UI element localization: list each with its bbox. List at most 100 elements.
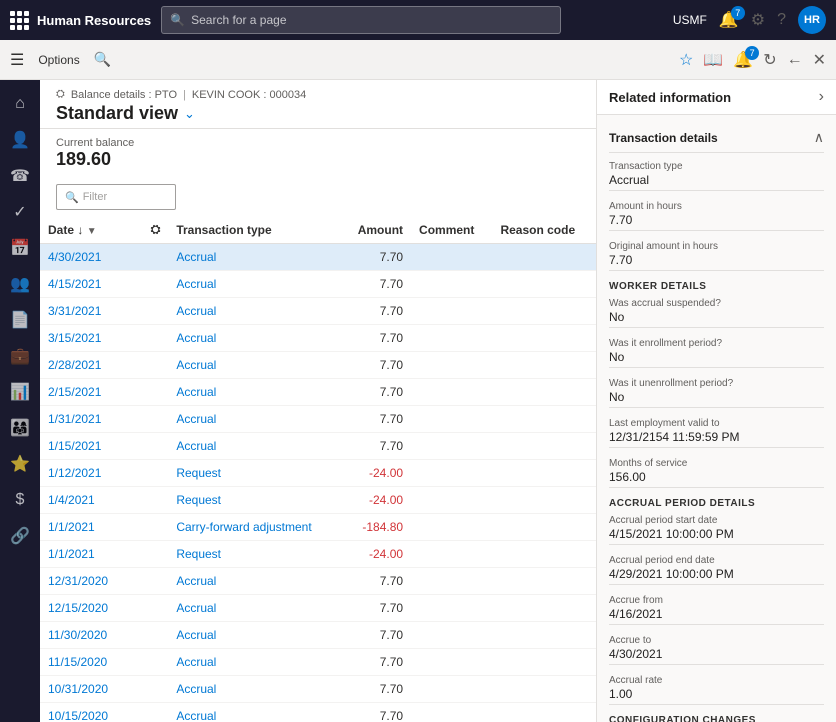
cell-date[interactable]: 4/15/2021 xyxy=(40,271,143,298)
cell-type[interactable]: Accrual xyxy=(168,703,341,722)
back-icon[interactable]: ← xyxy=(787,51,803,69)
nav-search-icon[interactable]: 🔍 xyxy=(94,51,111,68)
col-date[interactable]: Date ↓ ▼ xyxy=(40,216,143,244)
sidebar-item-home[interactable]: ⌂ xyxy=(4,88,36,120)
cell-date[interactable]: 2/28/2021 xyxy=(40,352,143,379)
filter-search-icon: 🔍 xyxy=(65,191,79,204)
cell-type[interactable]: Accrual xyxy=(168,649,341,676)
close-icon[interactable]: ✕ xyxy=(813,50,826,70)
table-row[interactable]: 12/31/2020 Accrual 7.70 xyxy=(40,568,596,595)
cell-type[interactable]: Accrual xyxy=(168,379,341,406)
table-row[interactable]: 4/15/2021 Accrual 7.70 xyxy=(40,271,596,298)
cell-date[interactable]: 3/31/2021 xyxy=(40,298,143,325)
cell-amount: -184.80 xyxy=(341,514,411,541)
sidebar-item-check[interactable]: ✓ xyxy=(4,196,36,228)
col-type[interactable]: Transaction type xyxy=(168,216,341,244)
table-row[interactable]: 1/31/2021 Accrual 7.70 xyxy=(40,406,596,433)
book-icon[interactable]: 📖 xyxy=(703,50,723,70)
balance-value: 189.60 xyxy=(56,149,580,170)
user-avatar[interactable]: HR xyxy=(798,6,826,34)
cell-date[interactable]: 1/15/2021 xyxy=(40,433,143,460)
col-amount[interactable]: Amount xyxy=(341,216,411,244)
table-row[interactable]: 3/31/2021 Accrual 7.70 xyxy=(40,298,596,325)
cell-amount: -24.00 xyxy=(341,541,411,568)
cell-type[interactable]: Accrual xyxy=(168,298,341,325)
favorites-icon[interactable]: ☆ xyxy=(679,50,693,70)
notification-nav-icon[interactable]: 🔔 7 xyxy=(733,50,753,70)
cell-type[interactable]: Accrual xyxy=(168,244,341,271)
sidebar-item-star[interactable]: ⭐ xyxy=(4,448,36,480)
cell-date[interactable]: 10/31/2020 xyxy=(40,676,143,703)
refresh-icon[interactable]: ↻ xyxy=(763,50,776,70)
cell-date[interactable]: 11/15/2020 xyxy=(40,649,143,676)
table-row[interactable]: 1/12/2021 Request -24.00 xyxy=(40,460,596,487)
table-row[interactable]: 1/1/2021 Carry-forward adjustment -184.8… xyxy=(40,514,596,541)
col-comment[interactable]: Comment xyxy=(411,216,492,244)
cell-comment xyxy=(411,325,492,352)
sidebar-item-calendar[interactable]: 📅 xyxy=(4,232,36,264)
cell-type[interactable]: Request xyxy=(168,541,341,568)
sidebar-item-briefcase[interactable]: 💼 xyxy=(4,340,36,372)
cell-date[interactable]: 11/30/2020 xyxy=(40,622,143,649)
table-row[interactable]: 11/30/2020 Accrual 7.70 xyxy=(40,622,596,649)
cell-date[interactable]: 10/15/2020 xyxy=(40,703,143,722)
filter-input[interactable]: 🔍 Filter xyxy=(56,184,176,210)
table-row[interactable]: 2/15/2021 Accrual 7.70 xyxy=(40,379,596,406)
cell-type[interactable]: Accrual xyxy=(168,622,341,649)
cell-type[interactable]: Accrual xyxy=(168,676,341,703)
cell-type[interactable]: Accrual xyxy=(168,325,341,352)
cell-type[interactable]: Request xyxy=(168,460,341,487)
cell-date[interactable]: 1/12/2021 xyxy=(40,460,143,487)
settings-icon[interactable]: ⚙ xyxy=(751,10,765,30)
help-icon[interactable]: ? xyxy=(777,11,786,29)
view-dropdown[interactable]: ⌄ xyxy=(184,106,195,122)
table-row[interactable]: 10/15/2020 Accrual 7.70 xyxy=(40,703,596,722)
cell-type[interactable]: Accrual xyxy=(168,433,341,460)
cell-type[interactable]: Accrual xyxy=(168,568,341,595)
options-button[interactable]: Options xyxy=(32,49,85,71)
table-row[interactable]: 3/15/2021 Accrual 7.70 xyxy=(40,325,596,352)
sidebar-item-person-add[interactable]: 👥 xyxy=(4,268,36,300)
sidebar-item-link[interactable]: 🔗 xyxy=(4,520,36,552)
cell-date[interactable]: 12/31/2020 xyxy=(40,568,143,595)
cell-date[interactable]: 1/1/2021 xyxy=(40,514,143,541)
cell-type[interactable]: Accrual xyxy=(168,595,341,622)
sidebar-item-dollar[interactable]: $ xyxy=(4,484,36,516)
cell-date[interactable]: 2/15/2021 xyxy=(40,379,143,406)
sidebar-item-chart[interactable]: 📊 xyxy=(4,376,36,408)
cell-date[interactable]: 1/1/2021 xyxy=(40,541,143,568)
section-collapse-button[interactable]: ∧ xyxy=(814,129,824,146)
col-filter[interactable]: ⛭ xyxy=(143,216,169,244)
cell-date[interactable]: 12/15/2020 xyxy=(40,595,143,622)
table-row[interactable]: 1/1/2021 Request -24.00 xyxy=(40,541,596,568)
cell-amount: 7.70 xyxy=(341,433,411,460)
table-row[interactable]: 4/30/2021 Accrual 7.70 xyxy=(40,244,596,271)
close-panel-button[interactable]: › xyxy=(819,88,824,106)
table-row[interactable]: 1/4/2021 Request -24.00 xyxy=(40,487,596,514)
sidebar-item-document[interactable]: 📄 xyxy=(4,304,36,336)
sidebar-item-group[interactable]: 👨‍👩‍👧 xyxy=(4,412,36,444)
table-row[interactable]: 12/15/2020 Accrual 7.70 xyxy=(40,595,596,622)
last-employment-field: Last employment valid to 12/31/2154 11:5… xyxy=(609,418,824,448)
sidebar-item-people[interactable]: 👤 xyxy=(4,124,36,156)
table-row[interactable]: 2/28/2021 Accrual 7.70 xyxy=(40,352,596,379)
cell-type[interactable]: Accrual xyxy=(168,271,341,298)
cell-date[interactable]: 4/30/2021 xyxy=(40,244,143,271)
cell-type[interactable]: Accrual xyxy=(168,406,341,433)
search-box[interactable]: 🔍 Search for a page xyxy=(161,6,561,34)
table-row[interactable]: 10/31/2020 Accrual 7.70 xyxy=(40,676,596,703)
sidebar-item-contact[interactable]: ☎ xyxy=(4,160,36,192)
table-row[interactable]: 1/15/2021 Accrual 7.70 xyxy=(40,433,596,460)
cell-type[interactable]: Accrual xyxy=(168,352,341,379)
col-reason[interactable]: Reason code xyxy=(492,216,596,244)
cell-type[interactable]: Request xyxy=(168,487,341,514)
hamburger-button[interactable]: ☰ xyxy=(10,50,24,70)
bell-button[interactable]: 🔔 7 xyxy=(719,10,739,30)
cell-date[interactable]: 1/4/2021 xyxy=(40,487,143,514)
cell-date[interactable]: 1/31/2021 xyxy=(40,406,143,433)
cell-type[interactable]: Carry-forward adjustment xyxy=(168,514,341,541)
cell-date[interactable]: 3/15/2021 xyxy=(40,325,143,352)
cell-reason xyxy=(492,460,596,487)
transaction-type-value: Accrual xyxy=(609,173,824,191)
table-row[interactable]: 11/15/2020 Accrual 7.70 xyxy=(40,649,596,676)
